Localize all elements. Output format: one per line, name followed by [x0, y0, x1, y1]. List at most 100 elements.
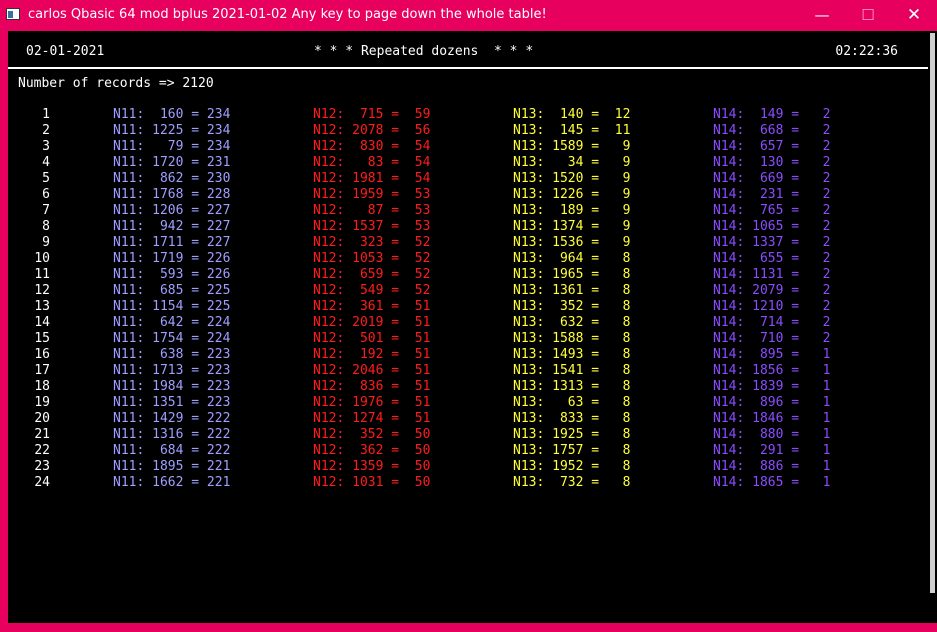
row-number: 7	[42, 203, 50, 218]
header-title: * * * Repeated dozens * * *	[314, 44, 534, 59]
row-number: 24	[34, 475, 50, 490]
cell-n11: N11: 1768 = 228	[113, 187, 231, 202]
cell-n14: N14: 710 = 2	[713, 331, 831, 346]
cell-n11: N11: 685 = 225	[113, 283, 231, 298]
cell-n12: N12: 2046 = 51	[313, 363, 431, 378]
cell-n13: N13: 34 = 9	[513, 155, 631, 170]
cell-n12: N12: 1537 = 53	[313, 219, 431, 234]
cell-n14: N14: 895 = 1	[713, 347, 831, 362]
maximize-button[interactable]: ☐	[845, 0, 891, 30]
table-row: 18 N11: 1984 = 223 N12: 836 = 51 N13: 1313 …	[8, 379, 928, 395]
row-number: 10	[34, 251, 50, 266]
row-number: 3	[42, 139, 50, 154]
scrollbar-thumb[interactable]	[930, 33, 935, 593]
cell-n14: N14: 896 = 1	[713, 395, 831, 410]
table-row: 5 N11: 862 = 230 N12: 1981 = 54 N13: 1520 =…	[8, 171, 928, 187]
cell-n13: N13: 732 = 8	[513, 475, 631, 490]
table-row: 21 N11: 1316 = 222 N12: 352 = 50 N13: 1925 …	[8, 427, 928, 443]
cell-n13: N13: 1226 = 9	[513, 187, 631, 202]
cell-n13: N13: 1589 = 9	[513, 139, 631, 154]
cell-n13: N13: 63 = 8	[513, 395, 631, 410]
title-bar[interactable]: carlos Qbasic 64 mod bplus 2021-01-02 An…	[0, 0, 937, 30]
cell-n14: N14: 668 = 2	[713, 123, 831, 138]
table-row: 11 N11: 593 = 226 N12: 659 = 52 N13: 1965 =…	[8, 267, 928, 283]
cell-n11: N11: 638 = 223	[113, 347, 231, 362]
row-number: 23	[34, 459, 50, 474]
cell-n11: N11: 1662 = 221	[113, 475, 231, 490]
table-row: 4 N11: 1720 = 231 N12: 83 = 54 N13: 34 = 9 N…	[8, 155, 928, 171]
cell-n14: N14: 880 = 1	[713, 427, 831, 442]
cell-n12: N12: 87 = 53	[313, 203, 431, 218]
table-row: 13 N11: 1154 = 225 N12: 361 = 51 N13: 352 =…	[8, 299, 928, 315]
results-table: 1 N11: 160 = 234 N12: 715 = 59 N13: 140 = 1…	[8, 107, 928, 491]
cell-n14: N14: 291 = 1	[713, 443, 831, 458]
console-screen[interactable]: 02-01-2021 * * * Repeated dozens * * * 0…	[8, 31, 928, 623]
window-title: carlos Qbasic 64 mod bplus 2021-01-02 An…	[28, 7, 547, 22]
cell-n13: N13: 1374 = 9	[513, 219, 631, 234]
row-number: 22	[34, 443, 50, 458]
cell-n12: N12: 1981 = 54	[313, 171, 431, 186]
cell-n12: N12: 1359 = 50	[313, 459, 431, 474]
cell-n14: N14: 1131 = 2	[713, 267, 831, 282]
header-time: 02:22:36	[835, 44, 898, 59]
minimize-button[interactable]: —	[799, 0, 845, 30]
cell-n13: N13: 145 = 11	[513, 123, 631, 138]
row-number: 13	[34, 299, 50, 314]
cell-n14: N14: 1839 = 1	[713, 379, 831, 394]
table-row: 12 N11: 685 = 225 N12: 549 = 52 N13: 1361 =…	[8, 283, 928, 299]
table-row: 10 N11: 1719 = 226 N12: 1053 = 52 N13: 964 …	[8, 251, 928, 267]
vertical-scrollbar[interactable]	[928, 31, 937, 623]
cell-n13: N13: 964 = 8	[513, 251, 631, 266]
cell-n14: N14: 1065 = 2	[713, 219, 831, 234]
cell-n14: N14: 765 = 2	[713, 203, 831, 218]
cell-n13: N13: 1588 = 8	[513, 331, 631, 346]
cell-n14: N14: 1846 = 1	[713, 411, 831, 426]
cell-n11: N11: 1206 = 227	[113, 203, 231, 218]
cell-n13: N13: 1925 = 8	[513, 427, 631, 442]
table-row: 6 N11: 1768 = 228 N12: 1959 = 53 N13: 1226 …	[8, 187, 928, 203]
table-row: 22 N11: 684 = 222 N12: 362 = 50 N13: 1757 =…	[8, 443, 928, 459]
table-row: 14 N11: 642 = 224 N12: 2019 = 51 N13: 632 =…	[8, 315, 928, 331]
table-row: 2 N11: 1225 = 234 N12: 2078 = 56 N13: 145 =…	[8, 123, 928, 139]
cell-n11: N11: 1895 = 221	[113, 459, 231, 474]
close-button[interactable]: ✕	[891, 0, 937, 30]
table-row: 17 N11: 1713 = 223 N12: 2046 = 51 N13: 1541…	[8, 363, 928, 379]
cell-n14: N14: 886 = 1	[713, 459, 831, 474]
row-number: 20	[34, 411, 50, 426]
app-icon[interactable]	[6, 8, 20, 20]
cell-n12: N12: 715 = 59	[313, 107, 431, 122]
cell-n12: N12: 83 = 54	[313, 155, 431, 170]
cell-n14: N14: 1210 = 2	[713, 299, 831, 314]
cell-n14: N14: 1856 = 1	[713, 363, 831, 378]
row-number: 4	[42, 155, 50, 170]
cell-n11: N11: 1429 = 222	[113, 411, 231, 426]
row-number: 18	[34, 379, 50, 394]
cell-n12: N12: 1959 = 53	[313, 187, 431, 202]
cell-n12: N12: 830 = 54	[313, 139, 431, 154]
cell-n11: N11: 1720 = 231	[113, 155, 231, 170]
cell-n12: N12: 1976 = 51	[313, 395, 431, 410]
table-row: 1 N11: 160 = 234 N12: 715 = 59 N13: 140 = 1…	[8, 107, 928, 123]
cell-n13: N13: 189 = 9	[513, 203, 631, 218]
table-row: 9 N11: 1711 = 227 N12: 323 = 52 N13: 1536 =…	[8, 235, 928, 251]
cell-n12: N12: 352 = 50	[313, 427, 431, 442]
cell-n13: N13: 1757 = 8	[513, 443, 631, 458]
cell-n14: N14: 1865 = 1	[713, 475, 831, 490]
cell-n12: N12: 1053 = 52	[313, 251, 431, 266]
cell-n11: N11: 684 = 222	[113, 443, 231, 458]
row-number: 1	[42, 107, 50, 122]
cell-n11: N11: 1316 = 222	[113, 427, 231, 442]
cell-n12: N12: 1274 = 51	[313, 411, 431, 426]
cell-n12: N12: 2078 = 56	[313, 123, 431, 138]
table-row: 24 N11: 1662 = 221 N12: 1031 = 50 N13: 732 …	[8, 475, 928, 491]
table-row: 8 N11: 942 = 227 N12: 1537 = 53 N13: 1374 =…	[8, 219, 928, 235]
cell-n13: N13: 1952 = 8	[513, 459, 631, 474]
cell-n12: N12: 361 = 51	[313, 299, 431, 314]
row-number: 8	[42, 219, 50, 234]
cell-n11: N11: 1351 = 223	[113, 395, 231, 410]
row-number: 19	[34, 395, 50, 410]
cell-n14: N14: 1337 = 2	[713, 235, 831, 250]
table-row: 15 N11: 1754 = 224 N12: 501 = 51 N13: 1588 …	[8, 331, 928, 347]
table-row: 20 N11: 1429 = 222 N12: 1274 = 51 N13: 833 …	[8, 411, 928, 427]
row-number: 21	[34, 427, 50, 442]
